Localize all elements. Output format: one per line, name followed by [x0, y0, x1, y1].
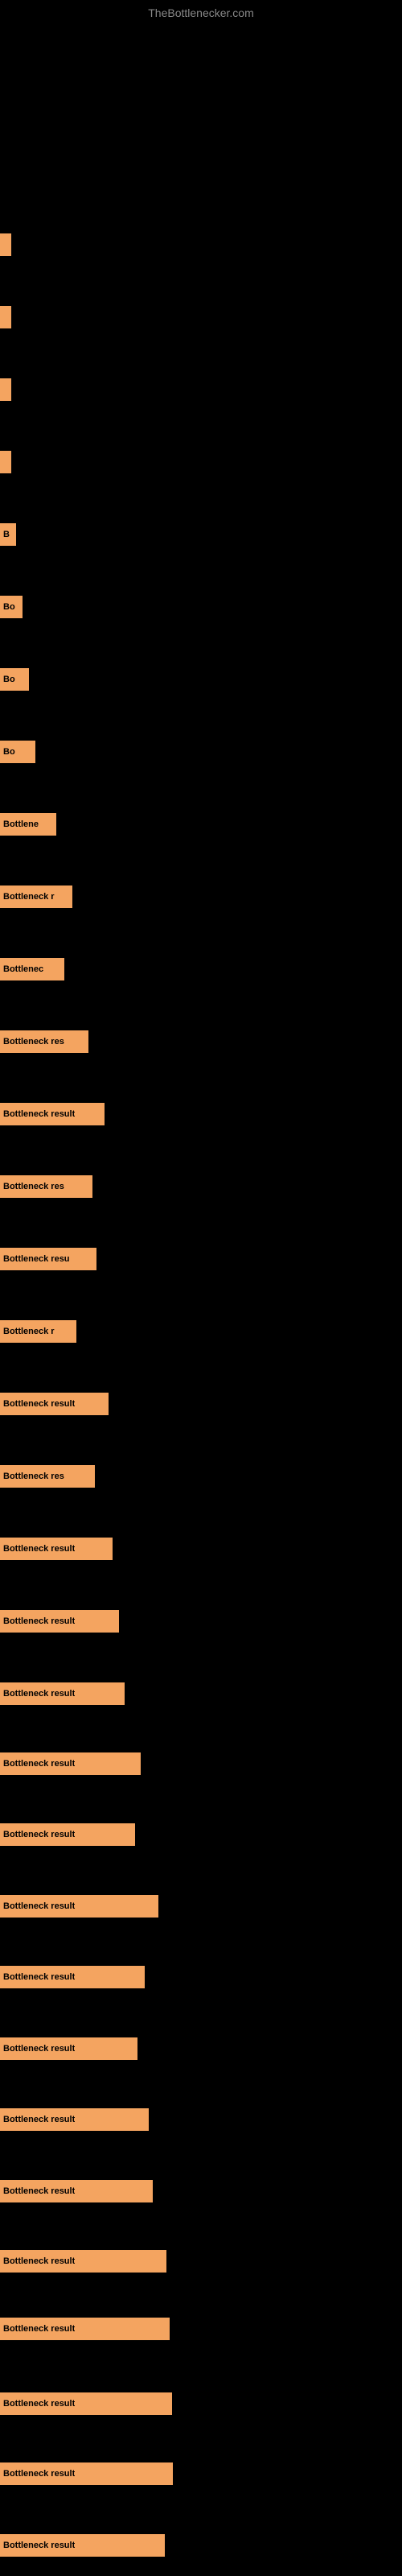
bottleneck-bar-label: Bottleneck result: [3, 2469, 75, 2479]
bottleneck-bar-label: Bottlenec: [3, 964, 43, 974]
bottleneck-bar-label: Bottleneck result: [3, 1616, 75, 1626]
bottleneck-bar-label: Bottleneck result: [3, 2399, 75, 2409]
bottleneck-bar-label: B: [3, 530, 10, 539]
bottleneck-bar: [0, 306, 11, 328]
bottleneck-bar: Bottleneck result: [0, 1752, 141, 1775]
bottleneck-bar-label: Bottleneck result: [3, 2044, 75, 2054]
bottleneck-bar: [0, 233, 11, 256]
bottleneck-bar: Bottleneck result: [0, 1966, 145, 1988]
bottleneck-bar-label: Bottleneck r: [3, 892, 55, 902]
bottleneck-bar: Bo: [0, 596, 23, 618]
bottleneck-bar: B: [0, 523, 16, 546]
bottleneck-bar: Bottlenec: [0, 958, 64, 980]
bottleneck-bar: Bottleneck result: [0, 1610, 119, 1633]
bottleneck-bar-label: Bottleneck result: [3, 1109, 75, 1119]
bottleneck-bar: Bottleneck result: [0, 2534, 165, 2557]
bottleneck-bar: Bottleneck resu: [0, 1248, 96, 1270]
bottleneck-bar-label: Bo: [3, 602, 15, 612]
bottleneck-bar: Bottleneck result: [0, 1538, 113, 1560]
bottleneck-bar-label: Bottleneck res: [3, 1182, 64, 1191]
bottleneck-bar: Bottleneck result: [0, 2250, 166, 2273]
bottleneck-bar: Bottleneck result: [0, 2180, 153, 2202]
bottleneck-bar-label: Bottleneck result: [3, 2115, 75, 2124]
bottleneck-bar: Bottleneck res: [0, 1175, 92, 1198]
bottleneck-bar-label: Bottleneck result: [3, 2256, 75, 2266]
bottleneck-bar-label: Bottlene: [3, 819, 39, 829]
bottleneck-bar-label: Bottleneck r: [3, 1327, 55, 1336]
bottleneck-bar: Bottleneck result: [0, 2462, 173, 2485]
bottleneck-bar-label: Bottleneck res: [3, 1472, 64, 1481]
bottleneck-bar-label: Bottleneck result: [3, 1972, 75, 1982]
bottleneck-bar: Bottleneck res: [0, 1030, 88, 1053]
bottleneck-bar: Bottleneck result: [0, 2037, 137, 2060]
bottleneck-bar: Bo: [0, 668, 29, 691]
bottleneck-bar: Bottleneck result: [0, 1823, 135, 1846]
bottleneck-bar: Bottleneck res: [0, 1465, 95, 1488]
bottleneck-bar: Bottleneck result: [0, 2392, 172, 2415]
bottleneck-bar: Bottleneck result: [0, 1682, 125, 1705]
bottleneck-bar-label: Bottleneck result: [3, 1759, 75, 1769]
bottleneck-bar-label: Bottleneck resu: [3, 1254, 70, 1264]
bottleneck-bar: Bottlene: [0, 813, 56, 836]
bottleneck-bar: Bottleneck r: [0, 886, 72, 908]
bottleneck-bar: Bottleneck r: [0, 1320, 76, 1343]
bottleneck-bar-label: Bottleneck result: [3, 2541, 75, 2550]
site-title: TheBottlenecker.com: [148, 6, 254, 19]
bottleneck-bar: [0, 378, 11, 401]
bottleneck-bar-label: Bottleneck res: [3, 1037, 64, 1046]
bottleneck-bar-label: Bottleneck result: [3, 1544, 75, 1554]
bottleneck-bar-label: Bottleneck result: [3, 1689, 75, 1699]
bottleneck-bar: Bo: [0, 741, 35, 763]
bottleneck-bar-label: Bottleneck result: [3, 2186, 75, 2196]
bottleneck-bar-label: Bottleneck result: [3, 1399, 75, 1409]
bottleneck-bar-label: Bottleneck result: [3, 2324, 75, 2334]
bottleneck-bar-label: Bottleneck result: [3, 1830, 75, 1839]
bottleneck-bar: Bottleneck result: [0, 1103, 105, 1125]
bottleneck-bar-label: Bottleneck result: [3, 1901, 75, 1911]
bottleneck-bar-label: Bo: [3, 675, 15, 684]
bottleneck-bar-label: Bo: [3, 747, 15, 757]
bottleneck-bar: Bottleneck result: [0, 1393, 109, 1415]
bottleneck-bar: Bottleneck result: [0, 2318, 170, 2340]
bottleneck-bar: Bottleneck result: [0, 2108, 149, 2131]
bottleneck-bar: [0, 451, 11, 473]
bottleneck-bar: Bottleneck result: [0, 1895, 158, 1918]
